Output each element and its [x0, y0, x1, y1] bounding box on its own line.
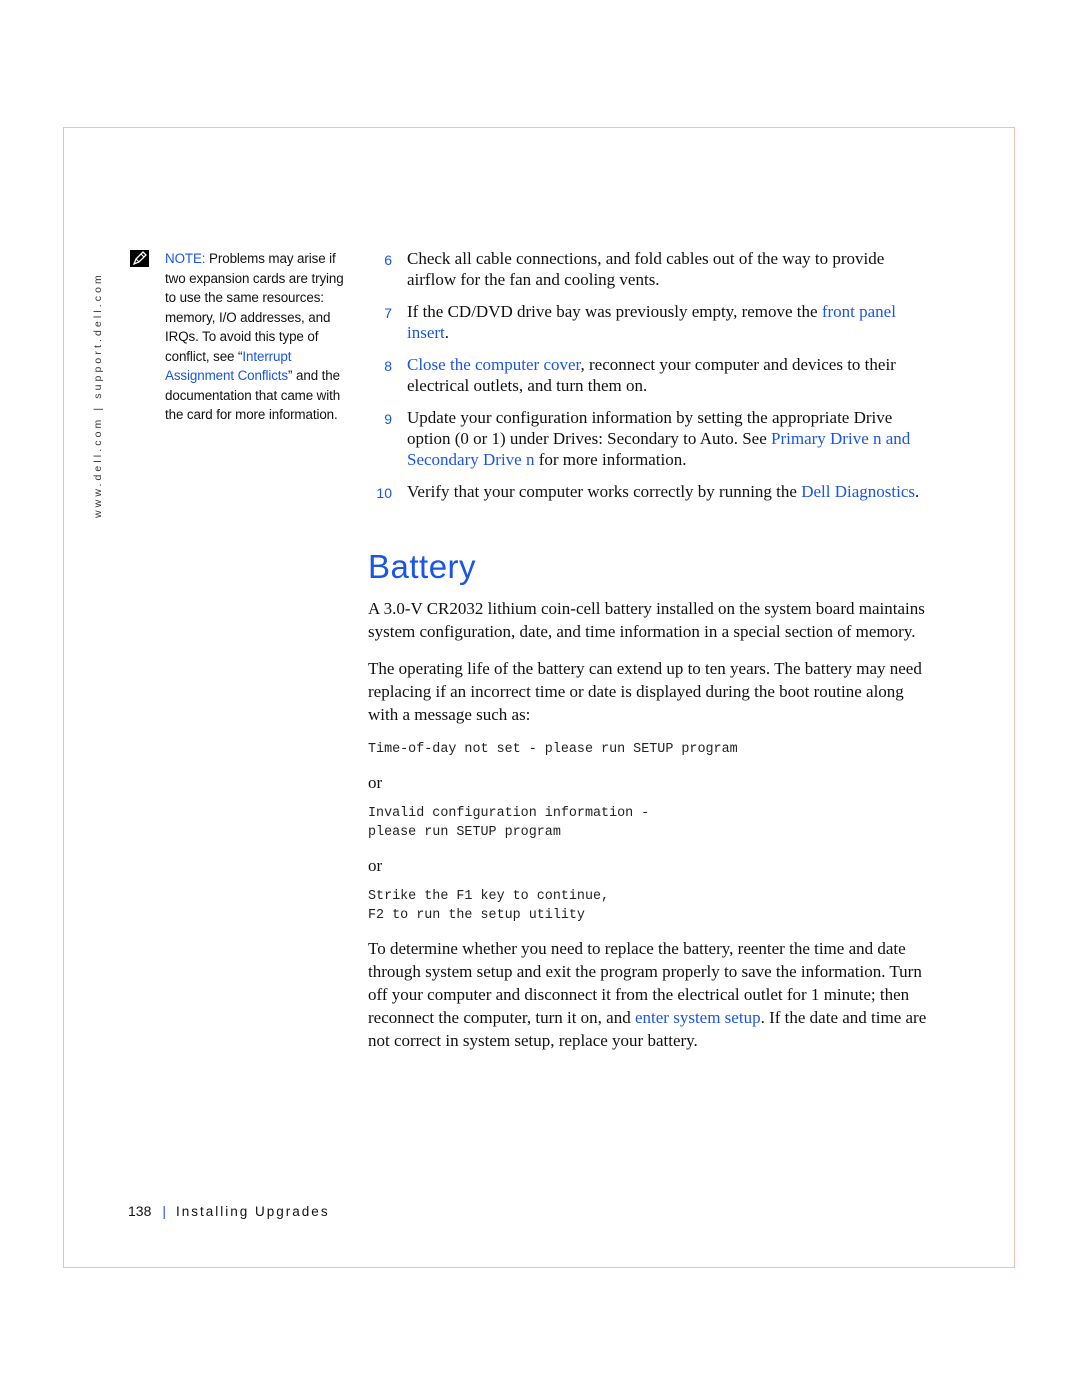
- step-text-segment: Check all cable connections, and fold ca…: [407, 249, 885, 289]
- cross-reference-link[interactable]: Close the computer cover: [407, 355, 581, 374]
- step-text: Update your configuration information by…: [407, 407, 927, 470]
- step-number-text: 6: [384, 252, 392, 268]
- step-item: 8 Close the computer cover, reconnect you…: [384, 354, 927, 396]
- step-text-segment: for more information.: [534, 450, 687, 469]
- cross-reference-link[interactable]: Dell Diagnostics: [801, 482, 915, 501]
- step-number: 8: [370, 354, 407, 377]
- step-number-text: 10: [376, 485, 392, 501]
- side-url: www.dell.com | support.dell.com: [92, 272, 104, 518]
- step-item: 10 Verify that your computer works correc…: [376, 481, 927, 502]
- footer-separator: |: [162, 1203, 166, 1219]
- step-number-text: 8: [384, 358, 392, 374]
- battery-life-paragraph: The operating life of the battery can ex…: [368, 659, 922, 724]
- or-separator: or: [368, 772, 383, 792]
- pencil-note-icon: [130, 250, 149, 267]
- enter-system-setup-link[interactable]: enter system setup: [635, 1008, 761, 1027]
- chapter-title: Installing Upgrades: [176, 1204, 330, 1219]
- note-text-before: Problems may arise if two expansion card…: [165, 251, 344, 364]
- error-message-3: Strike the F1 key to continue, F2 to run…: [368, 888, 610, 924]
- page-number: 138: [128, 1203, 152, 1219]
- steps-list: 6 Check all cable connections, and fold c…: [376, 248, 927, 513]
- error-message-2: Invalid configuration information - plea…: [368, 805, 650, 841]
- note-label: NOTE:: [165, 251, 206, 266]
- step-number-text: 7: [384, 305, 392, 321]
- step-text: Close the computer cover, reconnect your…: [407, 354, 927, 396]
- step-text-segment: Verify that your computer works correctl…: [407, 482, 802, 501]
- step-number-text: 9: [384, 411, 392, 427]
- section-body: A 3.0-V CR2032 lithium coin-cell battery…: [368, 597, 928, 1066]
- error-message-1: Time-of-day not set - please run SETUP p…: [368, 742, 738, 757]
- step-text-segment: If the CD/DVD drive bay was previously e…: [407, 302, 822, 321]
- page-footer: 138 | Installing Upgrades: [128, 1203, 330, 1219]
- step-text: Check all cable connections, and fold ca…: [407, 248, 927, 290]
- step-item: 9 Update your configuration information b…: [384, 407, 927, 470]
- step-item: 6 Check all cable connections, and fold c…: [384, 248, 927, 290]
- step-number: 10: [370, 481, 407, 504]
- note-callout: NOTE: Problems may arise if two expansio…: [165, 249, 345, 425]
- step-number: 6: [370, 248, 407, 271]
- or-separator: or: [368, 855, 383, 875]
- battery-intro-paragraph: A 3.0-V CR2032 lithium coin-cell battery…: [368, 599, 925, 641]
- step-text: Verify that your computer works correctl…: [407, 481, 927, 502]
- step-text-segment: .: [915, 482, 920, 501]
- section-title: Battery: [368, 548, 477, 585]
- step-number: 7: [370, 301, 407, 324]
- step-number: 9: [370, 407, 407, 430]
- step-text-segment: .: [444, 323, 450, 342]
- step-text: If the CD/DVD drive bay was previously e…: [407, 301, 927, 343]
- replace-battery-paragraph: To determine whether you need to replace…: [368, 937, 928, 1052]
- step-item: 7 If the CD/DVD drive bay was previously …: [384, 301, 927, 343]
